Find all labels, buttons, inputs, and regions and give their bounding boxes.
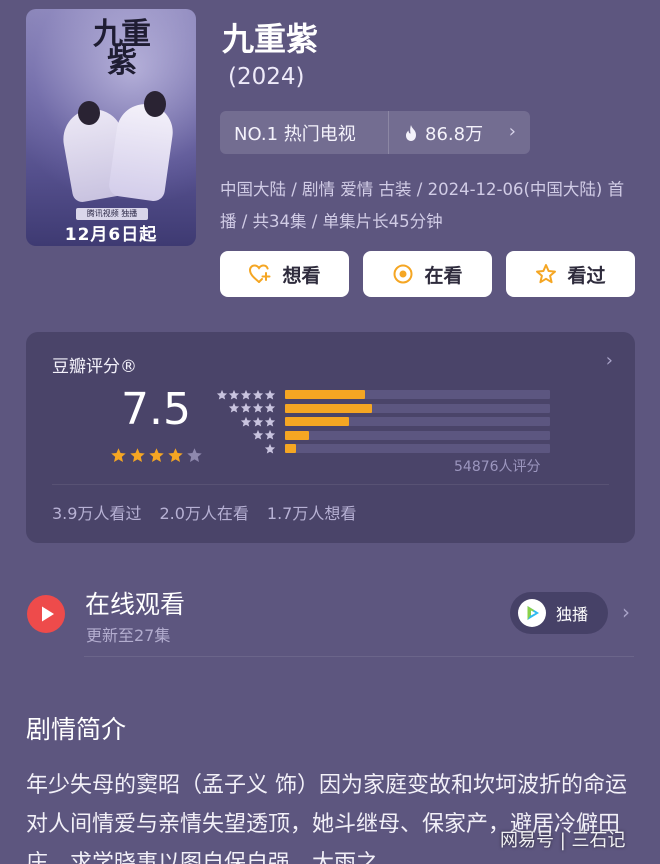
synopsis-heading: 剧情简介 [26,715,127,744]
rating-source-label: 豆瓣评分® [52,357,137,377]
histogram-bar [285,430,309,440]
poster-date: 12月6日起 [64,225,158,245]
poster-image[interactable]: 九重紫 腾讯视频 独播 12月6日起 [26,9,196,246]
heart-plus-icon [249,264,271,283]
star-small-icon [216,389,228,400]
star-small-icon [264,403,276,413]
show-title: 九重紫 [222,20,319,58]
watched-label: 看过 [567,264,606,287]
histogram-star-label [216,429,276,441]
rank-label: NO.1 热门电视 [234,123,356,145]
histogram-track [285,403,550,413]
star-filled-icon [130,448,145,462]
exclusive-badge[interactable]: 独播 [510,592,608,634]
star-empty-icon [187,448,202,462]
star-small-icon [240,389,252,400]
histogram-track [285,444,550,454]
rating-stats: 3.9万人看过 2.0万人在看 1.7万人想看 [52,500,356,524]
chevron-right-icon: › [605,350,613,371]
star-small-icon [264,443,276,454]
rating-score: 7.5 [121,384,191,435]
rating-divider [52,484,609,485]
douban-rating-card[interactable]: 豆瓣评分® › 7.5 54876人评分 3.9万人看过 2.0万人在看 1.7… [26,332,635,543]
watching-count: 2.0万人在看 [159,504,249,523]
star-small-icon [240,403,252,413]
show-year: (2024) [228,64,305,90]
star-small-icon [228,403,240,413]
poster-head-left [78,101,100,125]
histogram-row-4-star [216,402,550,416]
star-filled-icon [149,448,164,462]
star-outline-icon [536,264,557,284]
star-filled-icon [111,448,126,462]
poster-calligraphy: 九重紫 [93,17,151,80]
online-watch-title[interactable]: 在线观看 [85,585,185,621]
histogram-bar [285,390,365,400]
want-button[interactable]: 想看 [220,251,349,297]
flame-icon [406,124,416,141]
star-filled-icon [168,448,183,462]
section-divider [84,656,634,657]
chevron-right-icon: › [508,121,516,142]
histogram-bar [285,444,296,454]
histogram-track [285,390,550,400]
want-label: 想看 [282,264,321,287]
star-small-icon [264,430,276,440]
star-small-icon [252,416,264,427]
star-small-icon [252,430,264,440]
histogram-bar [285,403,373,413]
star-small-icon [264,389,276,400]
rating-count: 54876人评分 [454,459,541,475]
tencent-video-icon [518,599,546,627]
chevron-right-icon[interactable]: › [622,600,630,624]
star-small-icon [252,403,264,413]
poster-head-right [144,91,166,117]
heat-value: 86.8万 [389,120,483,146]
histogram-star-label [216,443,276,455]
action-buttons: 想看 在看 看过 [220,251,635,297]
exclusive-label: 独播 [556,605,589,624]
star-small-icon [228,389,240,400]
rating-histogram [216,388,550,456]
watching-button[interactable]: 在看 [363,251,492,297]
show-meta[interactable]: 中国大陆 / 剧情 爱情 古装 / 2024-12-06(中国大陆) 首播 / … [220,174,640,238]
histogram-row-3-star [216,415,550,429]
histogram-star-label [216,389,276,401]
histogram-row-5-star [216,388,550,402]
watermark: 网易号 | 三石记 [500,830,626,851]
histogram-bar [285,417,349,427]
play-icon[interactable] [27,595,65,633]
target-circle-icon [393,264,413,284]
heat-number: 86.8万 [425,123,484,145]
watching-label: 在看 [424,264,463,287]
star-small-icon [240,416,252,427]
poster-tag: 腾讯视频 独播 [76,208,148,220]
histogram-track [285,430,550,440]
histogram-star-label [216,402,276,414]
histogram-row-2-star [216,429,550,443]
histogram-row-1-star [216,442,550,456]
watched-button[interactable]: 看过 [506,251,635,297]
rating-stars [110,447,203,464]
star-small-icon [252,389,264,400]
watched-count: 3.9万人看过 [52,504,142,523]
want-count: 1.7万人想看 [266,504,357,523]
star-small-icon [264,416,276,427]
histogram-star-label [216,416,276,428]
histogram-track [285,417,550,427]
online-watch-subtitle: 更新至27集 [86,626,171,645]
rank-pill[interactable]: NO.1 热门电视 86.8万 › [220,111,530,154]
